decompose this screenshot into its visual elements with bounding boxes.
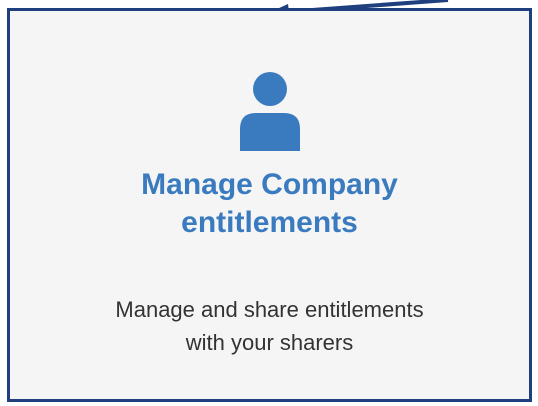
- user-icon: [239, 72, 300, 151]
- screenshot-stage: Manage Company entitlements Manage and s…: [0, 0, 538, 406]
- card-description-line-2: with your sharers: [185, 330, 354, 355]
- card-description-line-1: Manage and share entitlements: [115, 297, 424, 322]
- card-title: Manage Company entitlements: [10, 166, 529, 242]
- card-title-line-1: Manage Company: [141, 168, 398, 201]
- manage-company-entitlements-card[interactable]: Manage Company entitlements Manage and s…: [7, 8, 532, 402]
- card-description: Manage and share entitlements with your …: [10, 293, 529, 359]
- card-title-line-2: entitlements: [181, 206, 358, 239]
